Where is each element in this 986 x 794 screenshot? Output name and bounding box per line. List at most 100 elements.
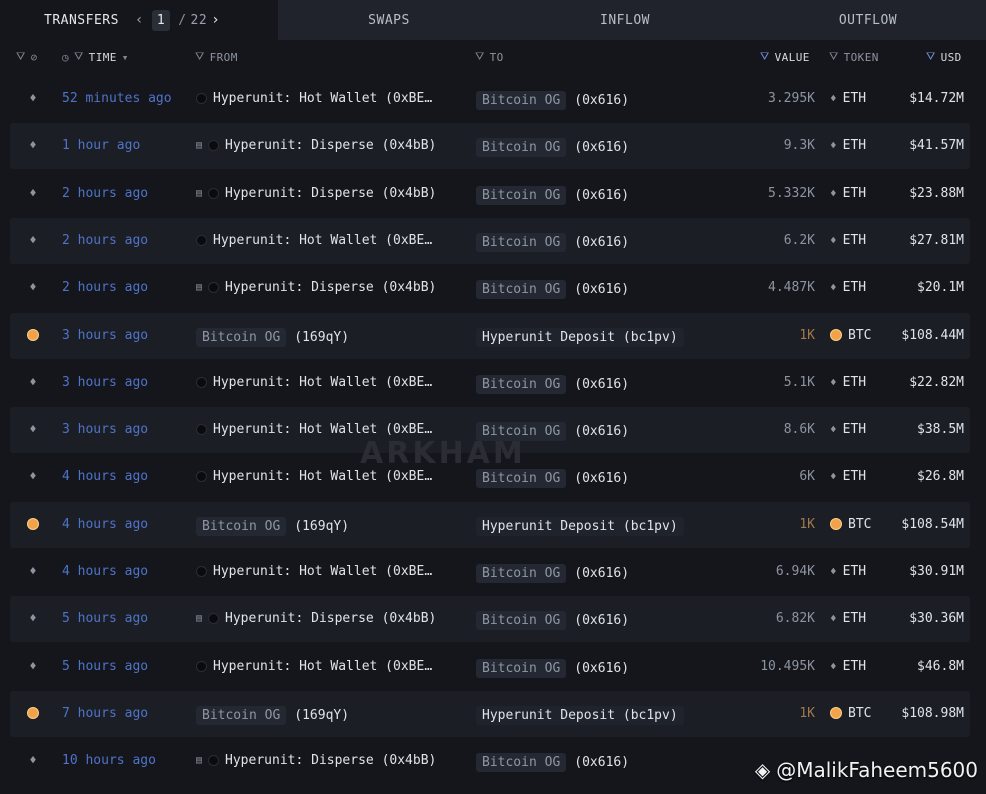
table-row[interactable]: 4 hours ago Bitcoin OG (169qY) Hyperunit De… <box>10 501 970 548</box>
token-cell[interactable]: ♦ ETH <box>830 422 866 437</box>
from-entity[interactable]: ▤ Hyperunit: Disperse (0x4bB) <box>196 280 436 295</box>
from-entity[interactable]: ▤ Hyperunit: Disperse (0x4bB) <box>196 186 436 201</box>
from-header[interactable]: ⛛ FROM <box>195 50 238 64</box>
from-entity[interactable]: Hyperunit: Hot Wallet (0xBE… <box>196 659 432 674</box>
tab-outflow[interactable]: OUTFLOW <box>750 0 986 40</box>
table-row[interactable]: ♦ 2 hours ago ▤ Hyperunit: Disperse (0x4bB)… <box>10 171 970 217</box>
tab-swaps-label: SWAPS <box>368 12 410 28</box>
from-entity[interactable]: Bitcoin OG (169qY) <box>196 516 349 536</box>
tab-swaps[interactable]: SWAPS <box>278 0 500 40</box>
filter-icon[interactable]: ⛛ <box>829 50 839 64</box>
token-cell[interactable]: ♦ ETH <box>830 138 866 153</box>
to-entity-pill: Bitcoin OG <box>476 138 567 158</box>
to-entity[interactable]: Bitcoin OG (0x616) <box>476 232 629 252</box>
time-link[interactable]: 3 hours ago <box>62 422 148 437</box>
token-cell[interactable]: BTC <box>830 517 871 532</box>
to-entity[interactable]: Hyperunit Deposit (bc1pv) <box>476 516 684 536</box>
from-entity[interactable]: ▤ Hyperunit: Disperse (0x4bB) <box>196 753 436 768</box>
token-cell[interactable]: ♦ ETH <box>830 186 866 201</box>
entity-avatar-icon <box>208 140 220 152</box>
table-row[interactable]: ♦ 1 hour ago ▤ Hyperunit: Disperse (0x4bB) B… <box>10 123 970 170</box>
token-cell[interactable]: BTC <box>830 706 871 721</box>
to-entity[interactable]: Bitcoin OG (0x616) <box>476 280 629 300</box>
chevron-left-icon[interactable]: ‹ <box>131 12 148 28</box>
token-cell[interactable]: ♦ ETH <box>830 564 866 579</box>
from-entity[interactable]: ▤ Hyperunit: Disperse (0x4bB) <box>196 611 436 626</box>
table-row[interactable]: 3 hours ago Bitcoin OG (169qY) Hyperunit De… <box>10 312 970 359</box>
from-entity[interactable]: Hyperunit: Hot Wallet (0xBE… <box>196 422 432 437</box>
token-cell[interactable]: ♦ ETH <box>830 469 866 484</box>
entity-avatar-icon <box>208 613 220 625</box>
token-cell[interactable]: BTC <box>830 328 871 343</box>
time-link[interactable]: 7 hours ago <box>62 706 148 721</box>
token-header[interactable]: ⛛ TOKEN <box>829 50 879 64</box>
time-link[interactable]: 2 hours ago <box>62 233 148 248</box>
link-icon[interactable]: ⊘ <box>31 51 38 64</box>
time-link[interactable]: 3 hours ago <box>62 375 148 390</box>
time-link[interactable]: 10 hours ago <box>62 753 156 768</box>
from-entity[interactable]: Hyperunit: Hot Wallet (0xBE… <box>196 375 432 390</box>
sort-down-icon[interactable]: ▾ <box>122 51 129 64</box>
from-label: Hyperunit: Hot Wallet (0xBE… <box>213 422 433 438</box>
time-link[interactable]: 4 hours ago <box>62 517 148 532</box>
time-link[interactable]: 1 hour ago <box>62 138 140 153</box>
time-link[interactable]: 2 hours ago <box>62 280 148 295</box>
to-entity[interactable]: Bitcoin OG (0x616) <box>476 753 629 773</box>
from-entity[interactable]: Hyperunit: Hot Wallet (0xBE… <box>196 469 432 484</box>
to-entity[interactable]: Bitcoin OG (0x616) <box>476 185 629 205</box>
to-entity[interactable]: Bitcoin OG (0x616) <box>476 658 629 678</box>
table-row[interactable]: ♦ 2 hours ago Hyperunit: Hot Wallet (0xBE…… <box>10 217 970 264</box>
token-label: ETH <box>842 374 867 390</box>
to-header[interactable]: ⛛ TO <box>475 50 504 64</box>
to-entity[interactable]: Bitcoin OG (0x616) <box>476 138 629 158</box>
table-row[interactable]: ♦ 2 hours ago ▤ Hyperunit: Disperse (0x4bB)… <box>10 265 970 311</box>
usd-header[interactable]: ⛛ USD <box>926 50 962 64</box>
to-entity[interactable]: Bitcoin OG (0x616) <box>476 91 629 110</box>
time-link[interactable]: 4 hours ago <box>62 469 148 484</box>
time-link[interactable]: 4 hours ago <box>62 564 148 579</box>
token-cell[interactable]: ♦ ETH <box>830 611 866 626</box>
table-row[interactable]: 7 hours ago Bitcoin OG (169qY) Hyperunit De… <box>10 690 970 737</box>
filter-icon[interactable]: ⛛ <box>926 50 936 64</box>
table-row[interactable]: ♦ 3 hours ago Hyperunit: Hot Wallet (0xBE…… <box>10 360 970 406</box>
to-entity[interactable]: Bitcoin OG (0x616) <box>476 469 629 489</box>
tab-inflow[interactable]: INFLOW <box>500 0 750 40</box>
current-page[interactable]: 1 <box>151 9 171 31</box>
filter-icon[interactable]: ⛛ <box>74 50 84 64</box>
table-row[interactable]: ♦ 4 hours ago Hyperunit: Hot Wallet (0xBE…… <box>10 549 970 595</box>
from-entity[interactable]: Bitcoin OG (169qY) <box>196 705 349 725</box>
table-row[interactable]: ♦ 52 minutes ago Hyperunit: Hot Wallet (0x… <box>10 76 970 122</box>
from-entity[interactable]: Bitcoin OG (169qY) <box>196 327 349 347</box>
to-entity[interactable]: Hyperunit Deposit (bc1pv) <box>476 705 684 725</box>
time-link[interactable]: 3 hours ago <box>62 328 148 343</box>
time-link[interactable]: 2 hours ago <box>62 186 148 201</box>
to-entity[interactable]: Bitcoin OG (0x616) <box>476 611 629 631</box>
to-entity[interactable]: Hyperunit Deposit (bc1pv) <box>476 327 684 347</box>
from-entity[interactable]: Hyperunit: Hot Wallet (0xBE… <box>196 91 432 106</box>
token-cell[interactable]: ♦ ETH <box>830 280 866 295</box>
from-entity[interactable]: Hyperunit: Hot Wallet (0xBE… <box>196 233 432 248</box>
time-link[interactable]: 5 hours ago <box>62 611 148 626</box>
from-entity[interactable]: ▤ Hyperunit: Disperse (0x4bB) <box>196 138 436 153</box>
time-header[interactable]: ◷ ⛛ TIME ▾ <box>62 50 129 64</box>
tab-transfers[interactable]: TRANSFERS ‹ 1 / 22 › <box>0 0 278 40</box>
table-row[interactable]: ♦ 5 hours ago ▤ Hyperunit: Disperse (0x4bB)… <box>10 596 970 643</box>
ethereum-icon: ♦ <box>29 232 37 247</box>
time-link[interactable]: 52 minutes ago <box>62 91 172 106</box>
time-link[interactable]: 5 hours ago <box>62 659 148 674</box>
filter-icon[interactable]: ⛛ <box>195 50 205 64</box>
chevron-right-icon[interactable]: › <box>207 12 224 28</box>
to-entity[interactable]: Bitcoin OG (0x616) <box>476 374 629 394</box>
value-header[interactable]: ⛛ VALUE <box>760 50 810 64</box>
filter-icon[interactable]: ⛛ <box>16 50 26 64</box>
chain-filter-header[interactable]: ⛛ ⊘ <box>16 50 38 64</box>
to-entity[interactable]: Bitcoin OG (0x616) <box>476 564 629 583</box>
filter-icon[interactable]: ⛛ <box>760 50 770 64</box>
from-entity[interactable]: Hyperunit: Hot Wallet (0xBE… <box>196 564 432 579</box>
token-cell[interactable]: ♦ ETH <box>830 659 866 674</box>
token-cell[interactable]: ♦ ETH <box>830 91 866 106</box>
table-row[interactable]: ♦ 5 hours ago Hyperunit: Hot Wallet (0xBE…… <box>10 644 970 690</box>
token-cell[interactable]: ♦ ETH <box>830 233 866 248</box>
token-cell[interactable]: ♦ ETH <box>830 375 866 390</box>
filter-icon[interactable]: ⛛ <box>475 50 485 64</box>
